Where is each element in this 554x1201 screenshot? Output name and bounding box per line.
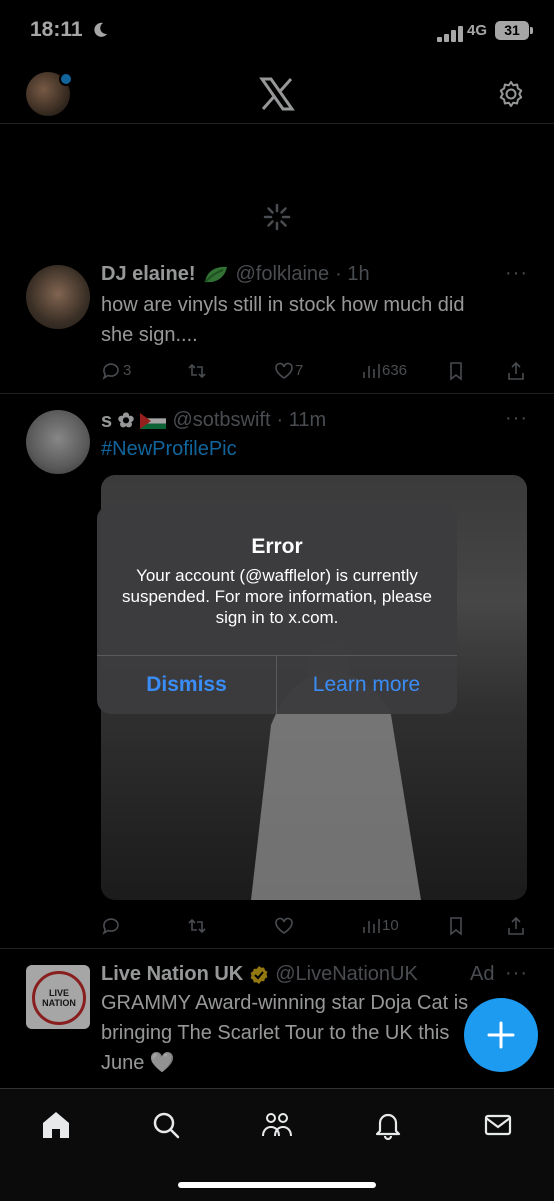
messages-icon[interactable] <box>482 1109 514 1141</box>
search-icon[interactable] <box>150 1109 182 1141</box>
learn-more-button[interactable]: Learn more <box>277 656 456 714</box>
notifications-icon[interactable] <box>372 1109 404 1141</box>
alert-message: Your account (@wafflelor) is currently s… <box>122 566 432 627</box>
home-indicator <box>178 1182 376 1188</box>
alert-title: Error <box>251 535 303 558</box>
compose-button[interactable] <box>464 998 538 1072</box>
error-alert: Error Your account (@wafflelor) is curre… <box>97 505 457 714</box>
communities-icon[interactable] <box>260 1109 294 1141</box>
plus-icon <box>487 1021 515 1049</box>
home-icon[interactable] <box>40 1109 72 1141</box>
dismiss-button[interactable]: Dismiss <box>97 656 276 714</box>
